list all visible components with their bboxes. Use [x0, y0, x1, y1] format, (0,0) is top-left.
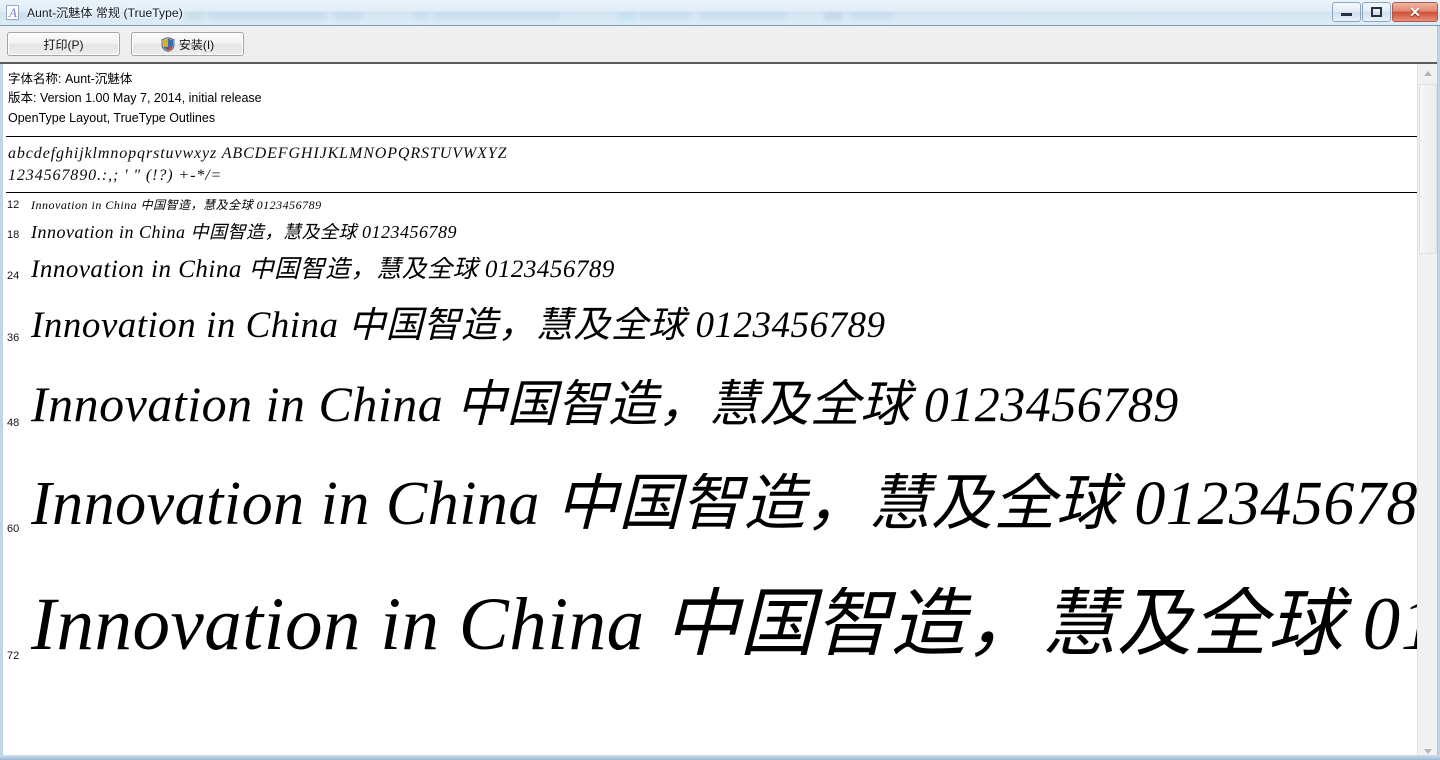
sample-text: Innovation in China 中国智造，慧及全球 0123456789: [31, 379, 1179, 430]
sample-text: Innovation in China 中国智造，慧及全球 0123456789: [31, 199, 322, 212]
font-outlines-line: OpenType Layout, TrueType Outlines: [8, 110, 216, 125]
minimize-icon: [1341, 13, 1352, 16]
maximize-button[interactable]: [1362, 1, 1391, 22]
minimize-button[interactable]: [1332, 1, 1361, 22]
sample-text: Innovation in China 中国智造，慧及全球 0123456789: [31, 473, 1417, 536]
sample-size-label: 60: [7, 523, 20, 536]
window-bottom-edge: [0, 755, 1440, 760]
charset-letters: abcdefghijklmnopqrstuvwxyz ABCDEFGHIJKLM…: [8, 145, 508, 163]
window-controls: ✕: [1331, 1, 1438, 22]
sample-row: 48 Innovation in China 中国智造，慧及全球 01234567…: [3, 379, 1417, 429]
install-button-label: 安装(I): [178, 37, 215, 52]
preview-pane: 字体名称: Aunt-沉魅体 版本: Version 1.00 May 7, 2…: [0, 64, 1440, 760]
sample-size-label: 24: [7, 270, 20, 283]
sample-size-label: 36: [7, 332, 20, 345]
charset-digits-punctuation: 1234567890.:,; ' " (!?) +-*/=: [8, 167, 223, 185]
font-preview-window: A Aunt-沉魅体 常规 (TrueType) ✕ 打印(P) 安装(I) 字…: [0, 0, 1440, 760]
toolbar: 打印(P) 安装(I): [0, 26, 1440, 64]
scrollbar-thumb[interactable]: [1419, 84, 1437, 254]
sample-row: 72 Innovation in China 中国智造，慧及全球 01234567…: [3, 587, 1417, 662]
close-button[interactable]: ✕: [1392, 1, 1438, 22]
print-button[interactable]: 打印(P): [7, 32, 120, 56]
scroll-up-arrow-icon[interactable]: [1418, 64, 1438, 82]
vertical-scrollbar[interactable]: [1417, 64, 1438, 760]
sample-row: 18 Innovation in China 中国智造，慧及全球 01234567…: [3, 223, 1417, 241]
font-file-icon: A: [5, 4, 21, 21]
print-button-label: 打印(P): [43, 37, 84, 52]
sample-row: 60 Innovation in China 中国智造，慧及全球 01234567…: [3, 473, 1417, 535]
separator-bottom: [6, 192, 1417, 194]
sample-size-label: 48: [7, 417, 20, 430]
close-icon: ✕: [1409, 3, 1421, 20]
sample-text: Innovation in China 中国智造，慧及全球 0123456789: [31, 587, 1417, 663]
sample-text: Innovation in China 中国智造，慧及全球 0123456789: [31, 257, 615, 283]
maximize-icon: [1371, 6, 1382, 17]
window-title: Aunt-沉魅体 常规 (TrueType): [27, 6, 183, 20]
install-button[interactable]: 安装(I): [131, 32, 244, 56]
sample-size-label: 72: [7, 650, 20, 663]
font-name-line: 字体名称: Aunt-沉魅体: [8, 72, 133, 86]
sample-text: Innovation in China 中国智造，慧及全球 0123456789: [31, 307, 886, 345]
sample-row: 24 Innovation in China 中国智造，慧及全球 01234567…: [3, 257, 1417, 282]
sample-row: 12 Innovation in China 中国智造，慧及全球 01234567…: [3, 199, 1417, 211]
sample-row: 36 Innovation in China 中国智造，慧及全球 01234567…: [3, 307, 1417, 344]
font-version-line: 版本: Version 1.00 May 7, 2014, initial re…: [8, 91, 262, 106]
sample-size-label: 12: [7, 199, 20, 212]
sample-text: Innovation in China 中国智造，慧及全球 0123456789: [31, 223, 457, 242]
sample-size-label: 18: [7, 229, 20, 242]
title-bar[interactable]: A Aunt-沉魅体 常规 (TrueType) ✕: [0, 0, 1440, 26]
uac-shield-icon: [161, 36, 175, 52]
charset-block: abcdefghijklmnopqrstuvwxyz ABCDEFGHIJKLM…: [3, 137, 1417, 192]
font-info-block: 字体名称: Aunt-沉魅体 版本: Version 1.00 May 7, 2…: [3, 64, 1417, 128]
